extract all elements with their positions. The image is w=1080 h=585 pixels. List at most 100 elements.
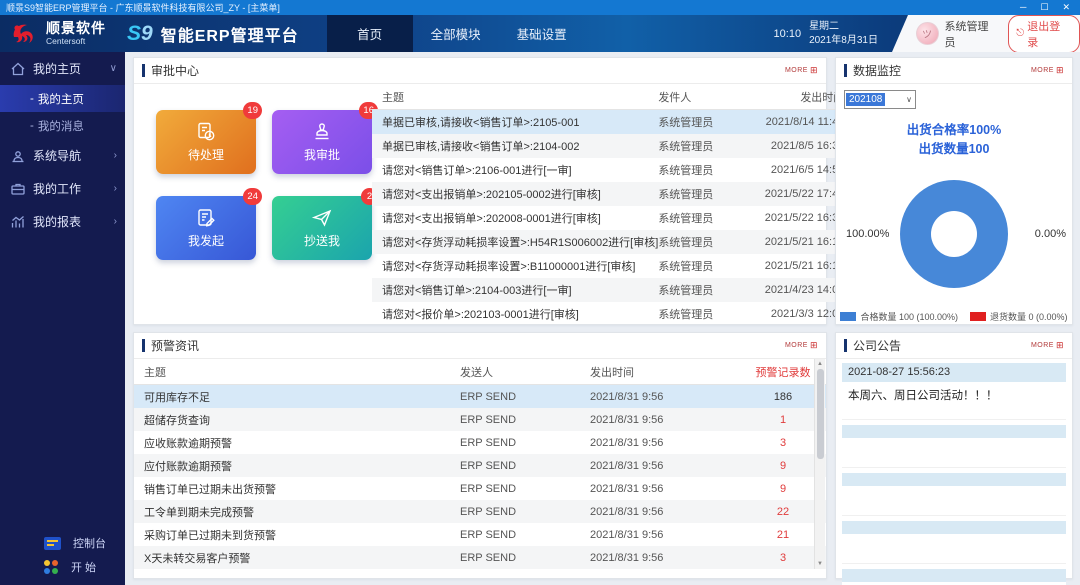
approval-row[interactable]: 请您对<存货浮动耗损率设置>:H54R1S006002进行[审核] 系统管理员 …: [372, 230, 858, 254]
approval-row[interactable]: 请您对<报价单>:202103-0001进行[审核] 系统管理员 2021/3/…: [372, 302, 858, 326]
erp-application: 顺景S9智能ERP管理平台 - 广东顺景软件科技有限公司_ZY - [主菜单] …: [0, 0, 1080, 585]
pending-badge: 19: [243, 102, 262, 119]
announcement-item[interactable]: [842, 425, 1066, 468]
announcement-body: [842, 438, 1066, 468]
pending-card[interactable]: 19 待处理: [156, 110, 256, 174]
sidebar-item-system-navigation[interactable]: 系统导航 ›: [0, 139, 125, 172]
legend-swatch-blue: [840, 312, 856, 321]
alert-row[interactable]: 销售订单已过期未出货预警 ERP SEND 2021/8/31 9:56 9: [134, 477, 826, 500]
approval-cards: 19 待处理 16 我审批 24 我发起 2 抄送我: [134, 84, 372, 325]
announcement-body: [842, 486, 1066, 516]
my-approvals-card[interactable]: 16 我审批: [272, 110, 372, 174]
chevron-down-icon: ∨: [906, 95, 912, 104]
approval-row[interactable]: 单据已审核,请接收<销售订单>:2105-001 系统管理员 2021/8/14…: [372, 110, 858, 134]
sidebar-item-my-work[interactable]: 我的工作 ›: [0, 172, 125, 205]
alert-row[interactable]: 工令单到期未完成预警 ERP SEND 2021/8/31 9:56 22: [134, 500, 826, 523]
alerts-more-button[interactable]: MORE⊞: [785, 340, 818, 351]
user-avatar[interactable]: [916, 22, 939, 45]
more-grid-icon: ⊞: [810, 65, 818, 76]
alert-row[interactable]: 超储存货查询 ERP SEND 2021/8/31 9:56 1: [134, 408, 826, 431]
panel-accent-bar: [142, 339, 145, 352]
announcement-item[interactable]: 2021-08-27 15:56:23 本周六、周日公司活动！！！: [842, 363, 1066, 420]
window-titlebar: 顺景S9智能ERP管理平台 - 广东顺景软件科技有限公司_ZY - [主菜单] …: [0, 0, 1080, 15]
approval-more-button[interactable]: MORE⊞: [785, 65, 818, 76]
alerts-scrollbar[interactable]: ▲▼: [814, 359, 825, 569]
app-header: 顺景软件 Centersoft S9 智能ERP管理平台 首页 全部模块 基础设…: [0, 15, 1080, 52]
tab-home[interactable]: 首页: [327, 15, 413, 52]
stamp-icon: [311, 121, 333, 143]
approval-table: 主题 发件人 发出时间 单据已审核,请接收<销售订单>:2105-001 系统管…: [372, 84, 858, 325]
announcement-item[interactable]: [842, 569, 1066, 585]
approval-row[interactable]: 请您对<支出报销单>:202008-0001进行[审核] 系统管理员 2021/…: [372, 206, 858, 230]
alert-row[interactable]: 应付账款逾期预警 ERP SEND 2021/8/31 9:56 9: [134, 454, 826, 477]
sidebar: 我的主页 ∨ - 我的主页 - 我的消息 系统导航 › 我的工作 ›: [0, 52, 125, 585]
monitor-panel-title: 数据监控: [853, 62, 901, 79]
announcement-date: [842, 425, 1066, 438]
announcement-date: [842, 473, 1066, 486]
approval-row[interactable]: 请您对<存货浮动耗损率设置>:B11000001进行[审核] 系统管理员 202…: [372, 254, 858, 278]
paper-plane-icon: [311, 207, 333, 229]
donut-ring[interactable]: [900, 180, 1008, 288]
tab-basic-settings[interactable]: 基础设置: [499, 15, 585, 52]
announcement-item[interactable]: [842, 473, 1066, 516]
approval-center-panel: 审批中心 MORE⊞ 19 待处理 16 我审批 24 我发起: [133, 57, 827, 325]
alert-row[interactable]: 可用库存不足 ERP SEND 2021/8/31 9:56 186: [134, 385, 826, 408]
approval-row[interactable]: 请您对<销售订单>:2104-003进行[一审] 系统管理员 2021/4/23…: [372, 278, 858, 302]
start-grid-icon: [44, 560, 59, 575]
announcement-date: [842, 521, 1066, 534]
user-area: 系统管理员 ⎋ 退出登录: [892, 15, 1080, 52]
monitor-more-button[interactable]: MORE⊞: [1031, 65, 1064, 76]
announcement-date: 2021-08-27 15:56:23: [842, 363, 1066, 382]
clock-date: 2021年8月31日: [809, 34, 878, 48]
clock: 10:10 星期二 2021年8月31日: [774, 20, 878, 48]
approval-row[interactable]: 请您对<销售订单>:2106-001进行[一审] 系统管理员 2021/6/5 …: [372, 158, 858, 182]
alert-row[interactable]: 应收账款逾期预警 ERP SEND 2021/8/31 9:56 3: [134, 431, 826, 454]
period-select[interactable]: 202108 ∨: [844, 90, 916, 109]
sidebar-item-my-reports[interactable]: 我的报表 ›: [0, 205, 125, 238]
brand-logo: 顺景软件 Centersoft S9 智能ERP管理平台: [0, 15, 299, 52]
initiated-by-me-card[interactable]: 24 我发起: [156, 196, 256, 260]
panel-accent-bar: [844, 339, 847, 352]
announcements-more-button[interactable]: MORE⊞: [1031, 340, 1064, 351]
announcements-panel: 公司公告 MORE⊞ 2021-08-27 15:56:23 本周六、周日公司活…: [835, 332, 1073, 579]
monitor-headline: 出货合格率100% 出货数量100: [836, 121, 1072, 160]
tab-all-modules[interactable]: 全部模块: [413, 15, 499, 52]
console-button[interactable]: 控制台: [0, 531, 125, 555]
chevron-right-icon: ›: [114, 183, 117, 194]
announcement-body: [842, 534, 1066, 564]
sidebar-item-my-home-group[interactable]: 我的主页 ∨: [0, 52, 125, 85]
more-grid-icon: ⊞: [1056, 340, 1064, 351]
legend-qualified: 合格数量 100 (100.00%): [840, 310, 958, 323]
legend-returned: 退货数量 0 (0.00%): [970, 310, 1068, 323]
data-monitor-panel: 数据监控 MORE⊞ 202108 ∨ 出货合格率100% 出货数量100 10…: [835, 57, 1073, 325]
approval-panel-title: 审批中心: [151, 62, 199, 79]
panel-accent-bar: [142, 64, 145, 77]
window-title: 顺景S9智能ERP管理平台 - 广东顺景软件科技有限公司_ZY - [主菜单]: [6, 1, 1020, 14]
panel-accent-bar: [844, 64, 847, 77]
maximize-button[interactable]: ☐: [1040, 2, 1048, 13]
shipment-donut-chart: 100.00% 0.00%: [836, 166, 1072, 302]
alerts-panel: 预警资讯 MORE⊞ 主题 发送人 发出时间 预警记录数 可用库存不足 ERP …: [133, 332, 827, 579]
announcements-list: 2021-08-27 15:56:23 本周六、周日公司活动！！！: [836, 359, 1072, 585]
cc-to-me-card[interactable]: 2 抄送我: [272, 196, 372, 260]
alert-row[interactable]: X天未转交易客户预警 ERP SEND 2021/8/31 9:56 3: [134, 546, 826, 569]
chevron-right-icon: ›: [114, 216, 117, 227]
alerts-panel-title: 预警资讯: [151, 337, 199, 354]
close-button[interactable]: ✕: [1062, 2, 1070, 13]
start-button[interactable]: 开 始: [0, 555, 125, 579]
minimize-button[interactable]: ─: [1020, 2, 1026, 13]
sidebar-item-my-home[interactable]: - 我的主页: [0, 85, 125, 112]
brand-name: 顺景软件: [46, 21, 106, 35]
doc-edit-icon: [195, 207, 217, 229]
announcement-body: 本周六、周日公司活动！！！: [842, 382, 1066, 420]
logout-icon: ⎋: [1016, 28, 1024, 39]
announcement-date: [842, 569, 1066, 582]
approval-row[interactable]: 请您对<支出报销单>:202105-0002进行[审核] 系统管理员 2021/…: [372, 182, 858, 206]
alert-row[interactable]: 采购订单已过期未到货预警 ERP SEND 2021/8/31 9:56 21: [134, 523, 826, 546]
chevron-right-icon: ›: [114, 150, 117, 161]
sidebar-item-my-messages[interactable]: - 我的消息: [0, 112, 125, 139]
logout-button[interactable]: ⎋ 退出登录: [1008, 15, 1080, 53]
announcement-item[interactable]: [842, 521, 1066, 564]
approval-row[interactable]: 单据已审核,请接收<销售订单>:2104-002 系统管理员 2021/8/5 …: [372, 134, 858, 158]
navigation-icon: [10, 148, 26, 164]
